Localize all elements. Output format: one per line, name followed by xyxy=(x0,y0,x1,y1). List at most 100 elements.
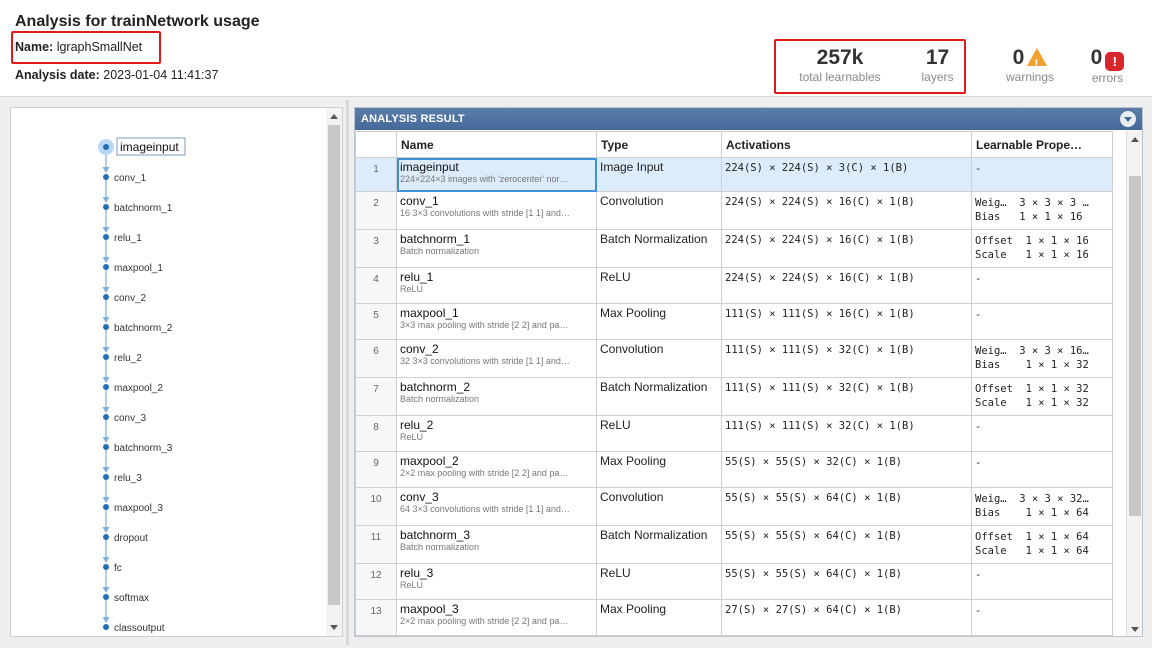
table-row[interactable]: 1 imageinput 224×224×3 images with 'zeroce… xyxy=(355,157,1113,192)
graph-node-label[interactable]: dropout xyxy=(114,533,148,544)
graph-node-label[interactable]: relu_3 xyxy=(114,473,142,484)
table-row[interactable]: 9 maxpool_2 2×2 max pooling with stride [2… xyxy=(355,451,1113,488)
warnings-stat[interactable]: 0! warnings xyxy=(995,46,1065,84)
graph-node[interactable] xyxy=(103,414,109,420)
table-row[interactable]: 2 conv_1 16 3×3 convolutions with stride [… xyxy=(355,191,1113,230)
layer-name-cell[interactable]: relu_1 ReLU xyxy=(396,267,597,304)
graph-node-label[interactable]: fc xyxy=(114,563,122,574)
layer-name-cell[interactable]: conv_2 32 3×3 convolutions with stride [1… xyxy=(396,339,597,378)
layer-name-cell[interactable]: relu_3 ReLU xyxy=(396,563,597,600)
layer-learnables: - xyxy=(971,157,1113,192)
learnable-line: Bias 1 × 1 × 32 xyxy=(975,359,1089,371)
network-graph-panel[interactable]: imageinput conv_1 batchnorm_1 relu_1maxpool… xyxy=(10,107,343,637)
learnables-value: 257k xyxy=(816,46,864,69)
graph-node-label[interactable]: maxpool_1 xyxy=(114,263,163,274)
layer-name-cell[interactable]: batchnorm_2 Batch normalization xyxy=(396,377,597,416)
layer-activations: 55(S) × 55(S) × 64(C) × 1(B) xyxy=(721,487,972,526)
layer-name-cell[interactable]: imageinput 224×224×3 images with 'zerocen… xyxy=(396,157,597,192)
column-header-activations[interactable]: Activations xyxy=(721,131,972,158)
scroll-down-arrow-icon[interactable] xyxy=(1131,627,1139,632)
graph-edge-arrow-icon xyxy=(102,497,110,503)
layer-type: Max Pooling xyxy=(596,599,722,636)
analysis-result-panel: ANALYSIS RESULT Name Type Activations Le… xyxy=(354,107,1143,637)
layer-name-cell[interactable]: maxpool_3 2×2 max pooling with stride [2 … xyxy=(396,599,597,636)
graph-node[interactable] xyxy=(103,324,109,330)
graph-node-label[interactable]: imageinput xyxy=(120,140,179,154)
graph-node[interactable] xyxy=(103,234,109,240)
layer-activations: 111(S) × 111(S) × 32(C) × 1(B) xyxy=(721,339,972,378)
column-header-name[interactable]: Name xyxy=(396,131,597,158)
layer-name-cell[interactable]: conv_1 16 3×3 convolutions with stride [1… xyxy=(396,191,597,230)
graph-node-label[interactable]: maxpool_2 xyxy=(114,383,163,394)
graph-node-label[interactable]: classoutput xyxy=(114,623,165,634)
warnings-value: 0 xyxy=(1012,46,1025,69)
graph-node[interactable] xyxy=(103,144,109,150)
row-index: 10 xyxy=(355,487,397,526)
layer-learnables: - xyxy=(971,415,1113,452)
graph-node[interactable] xyxy=(103,204,109,210)
layer-description: Batch normalization xyxy=(400,542,480,552)
errors-stat[interactable]: 0! errors xyxy=(1080,46,1135,85)
graph-node[interactable] xyxy=(103,564,109,570)
table-row[interactable]: 10 conv_3 64 3×3 convolutions with stride … xyxy=(355,487,1113,526)
graph-node-label[interactable]: batchnorm_1 xyxy=(114,203,173,214)
layer-name-cell[interactable]: batchnorm_1 Batch normalization xyxy=(396,229,597,268)
graph-node[interactable] xyxy=(103,174,109,180)
learnable-line: Weig… 3 × 3 × 3 … xyxy=(975,197,1089,209)
graph-node-label[interactable]: conv_2 xyxy=(114,293,147,304)
graph-scroll-thumb[interactable] xyxy=(328,125,340,605)
graph-node[interactable] xyxy=(103,444,109,450)
graph-node-label[interactable]: relu_1 xyxy=(114,233,142,244)
graph-node[interactable] xyxy=(103,624,109,630)
column-header-type[interactable]: Type xyxy=(596,131,722,158)
graph-scrollbar[interactable] xyxy=(326,108,342,636)
table-row[interactable]: 5 maxpool_1 3×3 max pooling with stride [2… xyxy=(355,303,1113,340)
graph-node-label[interactable]: maxpool_3 xyxy=(114,503,163,514)
layer-name-cell[interactable]: maxpool_1 3×3 max pooling with stride [2 … xyxy=(396,303,597,340)
graph-node-label[interactable]: conv_1 xyxy=(114,173,147,184)
table-row[interactable]: 3 batchnorm_1 Batch normalization Batch Nor… xyxy=(355,229,1113,268)
table-row[interactable]: 4 relu_1 ReLU ReLU 224(S) × 224(S) × 16(C) ×… xyxy=(355,267,1113,304)
scroll-up-arrow-icon[interactable] xyxy=(1131,137,1139,142)
graph-node-label[interactable]: batchnorm_3 xyxy=(114,443,173,454)
column-header-learnables[interactable]: Learnable Prope… xyxy=(971,131,1113,158)
graph-edge-arrow-icon xyxy=(102,587,110,593)
graph-node[interactable] xyxy=(103,384,109,390)
layer-name-cell[interactable]: relu_2 ReLU xyxy=(396,415,597,452)
graph-node[interactable] xyxy=(103,534,109,540)
graph-node-label[interactable]: conv_3 xyxy=(114,413,147,424)
graph-edge-arrow-icon xyxy=(102,167,110,173)
layer-name-cell[interactable]: batchnorm_3 Batch normalization xyxy=(396,525,597,564)
collapse-chevron-icon[interactable] xyxy=(1120,111,1136,127)
layer-activations: 55(S) × 55(S) × 64(C) × 1(B) xyxy=(721,563,972,600)
table-row[interactable]: 12 relu_3 ReLU ReLU 55(S) × 55(S) × 64(C) × … xyxy=(355,563,1113,600)
table-row[interactable]: 8 relu_2 ReLU ReLU 111(S) × 111(S) × 32(C) ×… xyxy=(355,415,1113,452)
graph-node-label[interactable]: relu_2 xyxy=(114,353,142,364)
table-row[interactable]: 11 batchnorm_3 Batch normalization Batch No… xyxy=(355,525,1113,564)
graph-node[interactable] xyxy=(103,474,109,480)
graph-node[interactable] xyxy=(103,264,109,270)
scroll-down-arrow-icon[interactable] xyxy=(330,625,338,630)
layer-name-cell[interactable]: maxpool_2 2×2 max pooling with stride [2 … xyxy=(396,451,597,488)
graph-node[interactable] xyxy=(103,294,109,300)
layer-activations: 224(S) × 224(S) × 16(C) × 1(B) xyxy=(721,191,972,230)
learnable-line: - xyxy=(975,309,982,321)
graph-node-label[interactable]: softmax xyxy=(114,593,149,604)
graph-node[interactable] xyxy=(103,594,109,600)
graph-node[interactable] xyxy=(103,504,109,510)
warnings-caption: warnings xyxy=(1005,70,1055,84)
graph-node-label[interactable]: batchnorm_2 xyxy=(114,323,173,334)
graph-node[interactable] xyxy=(103,354,109,360)
row-index: 12 xyxy=(355,563,397,600)
scroll-up-arrow-icon[interactable] xyxy=(330,114,338,119)
graph-edge-arrow-icon xyxy=(102,227,110,233)
table-row[interactable]: 13 maxpool_3 2×2 max pooling with stride [… xyxy=(355,599,1113,636)
layer-name-cell[interactable]: conv_3 64 3×3 convolutions with stride [1… xyxy=(396,487,597,526)
layer-graph[interactable]: imageinput conv_1 batchnorm_1 relu_1maxpool… xyxy=(11,108,327,637)
table-row[interactable]: 6 conv_2 32 3×3 convolutions with stride [… xyxy=(355,339,1113,378)
errors-value: 0 xyxy=(1090,46,1103,69)
panel-splitter[interactable] xyxy=(346,100,349,645)
table-scroll-thumb[interactable] xyxy=(1129,176,1141,516)
table-scrollbar[interactable] xyxy=(1126,131,1142,636)
table-row[interactable]: 7 batchnorm_2 Batch normalization Batch Nor… xyxy=(355,377,1113,416)
